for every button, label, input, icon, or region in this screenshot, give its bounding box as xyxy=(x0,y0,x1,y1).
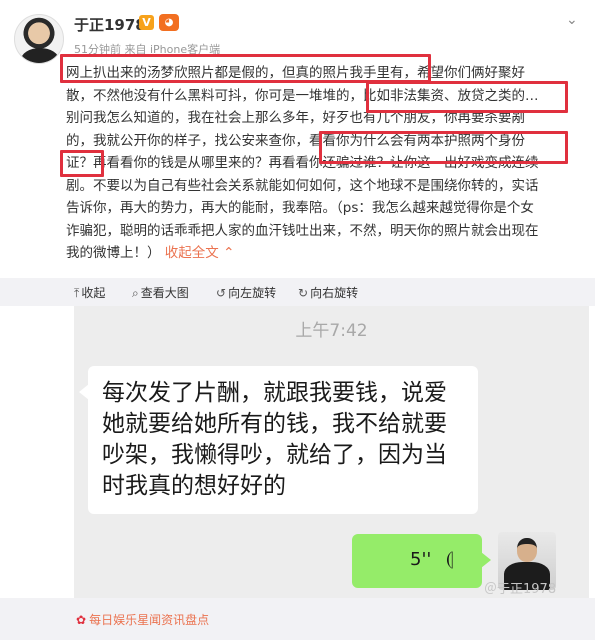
collapse-full-text-link[interactable]: 收起全文 ⌃ xyxy=(165,245,235,261)
up-arrow-icon: ⤒ xyxy=(74,286,80,300)
magnifier-icon: ⌕ xyxy=(132,286,139,300)
post-line: 证？再看看你的钱是从哪里来的？再看看你还骗过谁？让你这一出好戏变成连续 xyxy=(66,155,539,171)
rotate-left-button[interactable]: ↺ 向左旋转 xyxy=(216,284,276,301)
post-line: 的，我就公开你的样子，找公安来查你，看看你为什么会有两本护照两个身份 xyxy=(66,132,525,149)
username[interactable]: 于正1978 xyxy=(74,14,146,35)
post-header: 于正1978 V ◕ 51分钟前 来自 iPhone客户端 ⌄ xyxy=(0,0,595,64)
post-time-source: 51分钟前 来自 iPhone客户端 xyxy=(74,43,221,56)
post-line: 剧。不要以为自己有些社会关系就能如何如何，这个地球不是围绕你转的，实话 xyxy=(66,177,539,194)
post-line: 散，不然他没有什么黑料可抖，你可是一堆堆的，比如非法集资、放贷之类的… xyxy=(66,87,539,104)
chat-timestamp: 上午7:42 xyxy=(295,321,368,341)
user-avatar[interactable] xyxy=(14,14,64,64)
image-toolbar: ⤒ 收起 ⌕ 查看大图 ↺ 向左旋转 ↻ 向右旋转 xyxy=(0,278,595,306)
chevron-down-icon[interactable]: ⌄ xyxy=(566,12,578,28)
voice-duration: 5'' xyxy=(410,549,432,570)
voice-wave-icon: ⦇ xyxy=(446,546,454,570)
rotate-right-button[interactable]: ↻ 向右旋转 xyxy=(298,284,358,301)
image-watermark: ＠于正1978 xyxy=(484,582,557,597)
chat-screenshot: 上午7:42 每次发了片酬，就跟我要钱，说爱她就要给她所有的钱，我不给就要吵架，… xyxy=(74,306,589,598)
post-last-text: 我的微博上！） xyxy=(66,245,161,261)
rotate-left-icon: ↺ xyxy=(216,286,227,300)
verified-badge-icon: V xyxy=(139,15,154,30)
vip-badge-icon: ◕ xyxy=(159,14,179,31)
post-line: 诈骗犯，聪明的话乖乖把人家的血汗钱吐出来，不然，明天你的照片就会出现在 xyxy=(66,222,539,239)
weibo-logo-icon: ✿ xyxy=(76,613,87,627)
post-line: 告诉你，再大的势力，再大的能耐，我奉陪。（ps：我怎么越来越觉得你是个女 xyxy=(66,200,534,216)
collapse-image-button[interactable]: ⤒ 收起 xyxy=(74,284,105,301)
post-line: 别问我怎么知道的，我在社会上那么多年，好歹也有几个朋友，你再要杀要剐 xyxy=(66,110,525,126)
view-large-image-button[interactable]: ⌕ 查看大图 xyxy=(132,284,189,301)
up-caret-icon: ⌃ xyxy=(223,245,235,261)
source-link[interactable]: ✿ 每日娱乐星闻资讯盘点 xyxy=(76,611,209,628)
received-message-bubble: 每次发了片酬，就跟我要钱，说爱她就要给她所有的钱，我不给就要吵架，我懒得吵，就给… xyxy=(79,366,478,514)
voice-message-bubble: 5'' ⦇ xyxy=(352,534,491,588)
post-line: 网上扒出来的汤梦欣照片都是假的，但真的照片我手里有，希望你们俩好聚好 xyxy=(66,65,525,81)
rotate-right-icon: ↻ xyxy=(298,286,309,300)
post-text: 网上扒出来的汤梦欣照片都是假的，但真的照片我手里有，希望你们俩好聚好 散，不然他… xyxy=(66,62,566,265)
post-line-last: 我的微博上！） 收起全文 ⌃ xyxy=(66,242,566,265)
